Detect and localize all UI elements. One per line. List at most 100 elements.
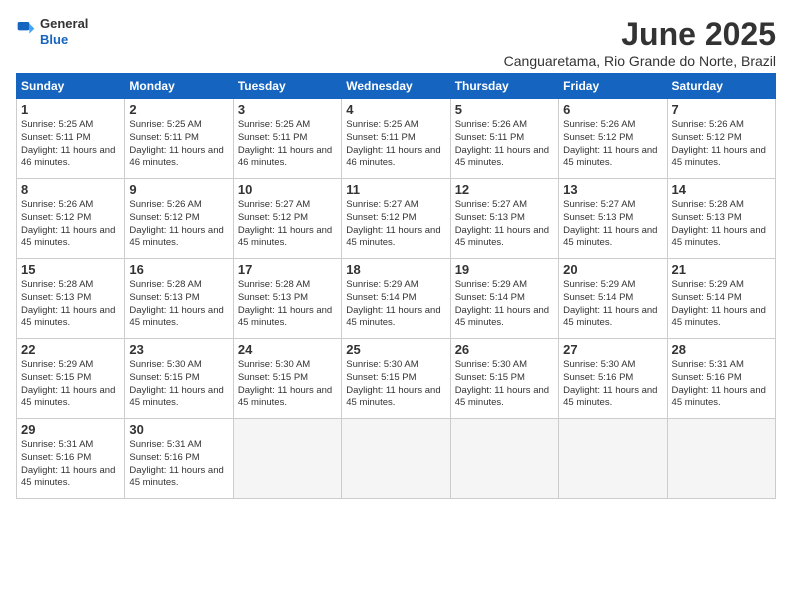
day-number: 25	[346, 342, 445, 357]
day-number: 2	[129, 102, 228, 117]
day-info: Sunrise: 5:31 AMSunset: 5:16 PMDaylight:…	[129, 439, 228, 490]
weekday-header-thursday: Thursday	[450, 74, 558, 99]
calendar-week-2: 8 Sunrise: 5:26 AMSunset: 5:12 PMDayligh…	[17, 179, 776, 259]
day-number: 16	[129, 262, 228, 277]
day-info: Sunrise: 5:26 AMSunset: 5:12 PMDaylight:…	[563, 119, 662, 170]
day-info: Sunrise: 5:25 AMSunset: 5:11 PMDaylight:…	[21, 119, 120, 170]
calendar-cell: 20 Sunrise: 5:29 AMSunset: 5:14 PMDaylig…	[559, 259, 667, 339]
day-number: 18	[346, 262, 445, 277]
day-info: Sunrise: 5:30 AMSunset: 5:15 PMDaylight:…	[346, 359, 445, 410]
day-number: 19	[455, 262, 554, 277]
calendar-cell	[559, 419, 667, 499]
calendar-cell: 29 Sunrise: 5:31 AMSunset: 5:16 PMDaylig…	[17, 419, 125, 499]
day-info: Sunrise: 5:29 AMSunset: 5:14 PMDaylight:…	[455, 279, 554, 330]
day-number: 1	[21, 102, 120, 117]
logo: General Blue	[16, 16, 88, 47]
title-block: June 2025 Canguaretama, Rio Grande do No…	[504, 16, 776, 69]
calendar-cell: 10 Sunrise: 5:27 AMSunset: 5:12 PMDaylig…	[233, 179, 341, 259]
calendar-week-3: 15 Sunrise: 5:28 AMSunset: 5:13 PMDaylig…	[17, 259, 776, 339]
calendar-cell: 18 Sunrise: 5:29 AMSunset: 5:14 PMDaylig…	[342, 259, 450, 339]
day-number: 6	[563, 102, 662, 117]
calendar-cell: 17 Sunrise: 5:28 AMSunset: 5:13 PMDaylig…	[233, 259, 341, 339]
logo-icon	[16, 18, 36, 46]
header: General Blue June 2025 Canguaretama, Rio…	[16, 16, 776, 69]
day-number: 29	[21, 422, 120, 437]
day-info: Sunrise: 5:25 AMSunset: 5:11 PMDaylight:…	[129, 119, 228, 170]
calendar-cell: 24 Sunrise: 5:30 AMSunset: 5:15 PMDaylig…	[233, 339, 341, 419]
weekday-header-saturday: Saturday	[667, 74, 775, 99]
day-info: Sunrise: 5:29 AMSunset: 5:14 PMDaylight:…	[346, 279, 445, 330]
day-info: Sunrise: 5:30 AMSunset: 5:15 PMDaylight:…	[238, 359, 337, 410]
day-info: Sunrise: 5:27 AMSunset: 5:12 PMDaylight:…	[346, 199, 445, 250]
weekday-header-row: SundayMondayTuesdayWednesdayThursdayFrid…	[17, 74, 776, 99]
calendar-cell: 28 Sunrise: 5:31 AMSunset: 5:16 PMDaylig…	[667, 339, 775, 419]
day-number: 17	[238, 262, 337, 277]
calendar-cell: 21 Sunrise: 5:29 AMSunset: 5:14 PMDaylig…	[667, 259, 775, 339]
day-number: 12	[455, 182, 554, 197]
calendar-cell: 25 Sunrise: 5:30 AMSunset: 5:15 PMDaylig…	[342, 339, 450, 419]
calendar-week-1: 1 Sunrise: 5:25 AMSunset: 5:11 PMDayligh…	[17, 99, 776, 179]
calendar-week-4: 22 Sunrise: 5:29 AMSunset: 5:15 PMDaylig…	[17, 339, 776, 419]
calendar-cell: 8 Sunrise: 5:26 AMSunset: 5:12 PMDayligh…	[17, 179, 125, 259]
day-number: 11	[346, 182, 445, 197]
day-info: Sunrise: 5:26 AMSunset: 5:12 PMDaylight:…	[129, 199, 228, 250]
day-info: Sunrise: 5:28 AMSunset: 5:13 PMDaylight:…	[238, 279, 337, 330]
day-info: Sunrise: 5:29 AMSunset: 5:14 PMDaylight:…	[672, 279, 771, 330]
day-number: 20	[563, 262, 662, 277]
day-number: 28	[672, 342, 771, 357]
logo-text: General Blue	[40, 16, 88, 47]
calendar-cell	[342, 419, 450, 499]
day-info: Sunrise: 5:25 AMSunset: 5:11 PMDaylight:…	[346, 119, 445, 170]
calendar-cell: 27 Sunrise: 5:30 AMSunset: 5:16 PMDaylig…	[559, 339, 667, 419]
day-number: 3	[238, 102, 337, 117]
calendar-cell: 15 Sunrise: 5:28 AMSunset: 5:13 PMDaylig…	[17, 259, 125, 339]
subtitle: Canguaretama, Rio Grande do Norte, Brazi…	[504, 53, 776, 69]
calendar-cell: 13 Sunrise: 5:27 AMSunset: 5:13 PMDaylig…	[559, 179, 667, 259]
day-number: 27	[563, 342, 662, 357]
calendar-cell: 22 Sunrise: 5:29 AMSunset: 5:15 PMDaylig…	[17, 339, 125, 419]
day-number: 4	[346, 102, 445, 117]
day-info: Sunrise: 5:31 AMSunset: 5:16 PMDaylight:…	[672, 359, 771, 410]
day-info: Sunrise: 5:30 AMSunset: 5:16 PMDaylight:…	[563, 359, 662, 410]
calendar-cell	[233, 419, 341, 499]
calendar-cell: 19 Sunrise: 5:29 AMSunset: 5:14 PMDaylig…	[450, 259, 558, 339]
day-info: Sunrise: 5:29 AMSunset: 5:15 PMDaylight:…	[21, 359, 120, 410]
month-title: June 2025	[504, 16, 776, 53]
day-info: Sunrise: 5:28 AMSunset: 5:13 PMDaylight:…	[129, 279, 228, 330]
calendar-cell: 3 Sunrise: 5:25 AMSunset: 5:11 PMDayligh…	[233, 99, 341, 179]
weekday-header-sunday: Sunday	[17, 74, 125, 99]
calendar-cell: 9 Sunrise: 5:26 AMSunset: 5:12 PMDayligh…	[125, 179, 233, 259]
day-number: 23	[129, 342, 228, 357]
calendar-cell: 30 Sunrise: 5:31 AMSunset: 5:16 PMDaylig…	[125, 419, 233, 499]
day-number: 15	[21, 262, 120, 277]
calendar-cell: 26 Sunrise: 5:30 AMSunset: 5:15 PMDaylig…	[450, 339, 558, 419]
day-info: Sunrise: 5:26 AMSunset: 5:11 PMDaylight:…	[455, 119, 554, 170]
day-info: Sunrise: 5:28 AMSunset: 5:13 PMDaylight:…	[672, 199, 771, 250]
calendar-cell: 6 Sunrise: 5:26 AMSunset: 5:12 PMDayligh…	[559, 99, 667, 179]
day-info: Sunrise: 5:29 AMSunset: 5:14 PMDaylight:…	[563, 279, 662, 330]
weekday-header-monday: Monday	[125, 74, 233, 99]
day-number: 9	[129, 182, 228, 197]
day-number: 5	[455, 102, 554, 117]
day-info: Sunrise: 5:27 AMSunset: 5:13 PMDaylight:…	[455, 199, 554, 250]
calendar-cell: 1 Sunrise: 5:25 AMSunset: 5:11 PMDayligh…	[17, 99, 125, 179]
day-number: 21	[672, 262, 771, 277]
day-info: Sunrise: 5:30 AMSunset: 5:15 PMDaylight:…	[129, 359, 228, 410]
day-info: Sunrise: 5:27 AMSunset: 5:12 PMDaylight:…	[238, 199, 337, 250]
calendar-cell: 5 Sunrise: 5:26 AMSunset: 5:11 PMDayligh…	[450, 99, 558, 179]
weekday-header-tuesday: Tuesday	[233, 74, 341, 99]
day-number: 10	[238, 182, 337, 197]
day-number: 8	[21, 182, 120, 197]
day-number: 22	[21, 342, 120, 357]
calendar-cell: 12 Sunrise: 5:27 AMSunset: 5:13 PMDaylig…	[450, 179, 558, 259]
calendar-cell: 2 Sunrise: 5:25 AMSunset: 5:11 PMDayligh…	[125, 99, 233, 179]
calendar-table: SundayMondayTuesdayWednesdayThursdayFrid…	[16, 73, 776, 499]
day-number: 30	[129, 422, 228, 437]
calendar-week-5: 29 Sunrise: 5:31 AMSunset: 5:16 PMDaylig…	[17, 419, 776, 499]
weekday-header-friday: Friday	[559, 74, 667, 99]
calendar-cell: 16 Sunrise: 5:28 AMSunset: 5:13 PMDaylig…	[125, 259, 233, 339]
day-number: 13	[563, 182, 662, 197]
day-info: Sunrise: 5:26 AMSunset: 5:12 PMDaylight:…	[672, 119, 771, 170]
logo-blue: Blue	[40, 32, 88, 48]
calendar-cell: 4 Sunrise: 5:25 AMSunset: 5:11 PMDayligh…	[342, 99, 450, 179]
